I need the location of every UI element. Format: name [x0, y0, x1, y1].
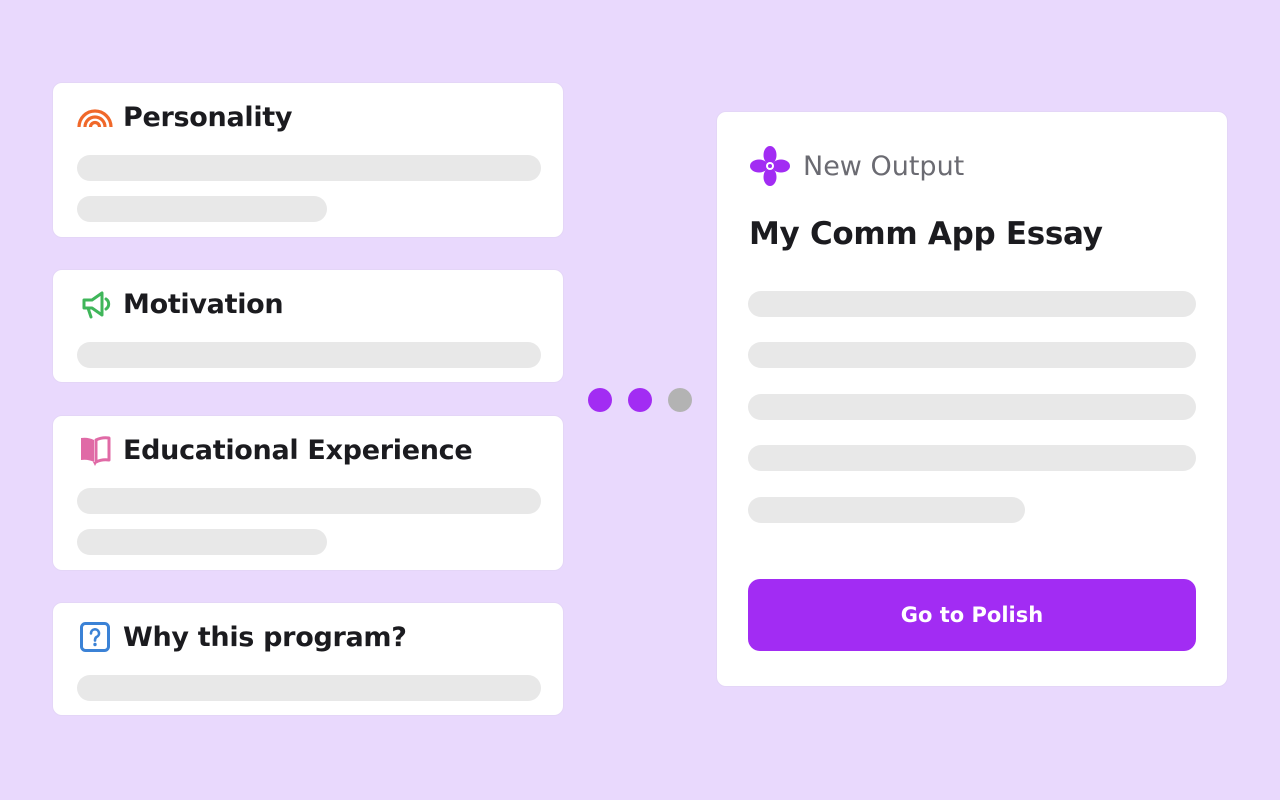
output-card: New Output My Comm App Essay Go to Polis… [716, 111, 1228, 687]
card-header: Personality [77, 99, 293, 135]
card-header: Motivation [77, 286, 284, 322]
placeholder-line [77, 342, 541, 368]
card-title: Why this program? [123, 621, 407, 653]
book-icon [77, 432, 113, 468]
progress-dot-active [628, 388, 652, 412]
placeholder-line [77, 155, 541, 181]
essay-title: My Comm App Essay [749, 216, 1103, 252]
output-header-label: New Output [803, 150, 965, 182]
card-title: Motivation [123, 288, 284, 320]
output-header: New Output [749, 145, 964, 187]
placeholder-line [748, 445, 1196, 471]
card-title: Personality [123, 101, 293, 133]
progress-dot-active [588, 388, 612, 412]
go-to-polish-button[interactable]: Go to Polish [748, 579, 1196, 651]
placeholder-line [748, 342, 1196, 368]
placeholder-line [77, 529, 327, 555]
input-card-why-this-program: Why this program? [52, 602, 564, 716]
input-card-motivation: Motivation [52, 269, 564, 383]
placeholder-line [77, 196, 327, 222]
megaphone-icon [77, 286, 113, 322]
card-header: Educational Experience [77, 432, 473, 468]
placeholder-line [748, 291, 1196, 317]
card-header: Why this program? [77, 619, 407, 655]
placeholder-line [77, 675, 541, 701]
input-card-personality: Personality [52, 82, 564, 238]
placeholder-line [748, 394, 1196, 420]
card-title: Educational Experience [123, 434, 473, 466]
input-card-educational-experience: Educational Experience [52, 415, 564, 571]
question-icon [77, 619, 113, 655]
rainbow-icon [77, 99, 113, 135]
placeholder-line [748, 497, 1025, 523]
placeholder-line [77, 488, 541, 514]
progress-dot-inactive [668, 388, 692, 412]
flower-logo-icon [749, 145, 791, 187]
